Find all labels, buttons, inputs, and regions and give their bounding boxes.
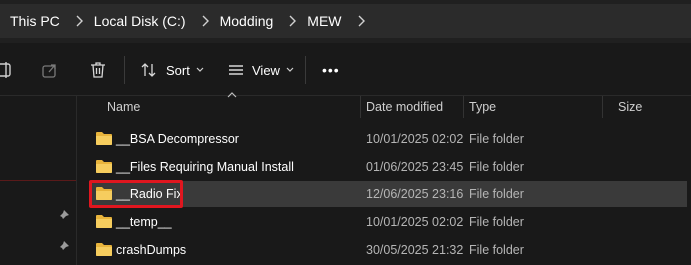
file-date: 12/06/2025 23:16 bbox=[366, 187, 464, 201]
nav-divider bbox=[0, 180, 76, 181]
table-row[interactable]: crashDumps 30/05/2025 21:32 File folder bbox=[89, 237, 687, 263]
view-label: View bbox=[252, 62, 280, 78]
red-highlight-box bbox=[89, 180, 183, 208]
file-name: __BSA Decompressor bbox=[116, 132, 239, 146]
column-header-size[interactable]: Size bbox=[618, 100, 642, 114]
view-button[interactable]: View bbox=[228, 58, 294, 82]
folder-icon bbox=[96, 243, 112, 256]
chevron-down-icon bbox=[196, 67, 204, 72]
sort-ascending-icon bbox=[227, 92, 237, 98]
file-type: File folder bbox=[469, 187, 524, 201]
pin-icon[interactable] bbox=[58, 239, 70, 251]
folder-icon bbox=[96, 160, 112, 173]
file-date: 10/01/2025 02:02 bbox=[366, 132, 464, 146]
column-header-name[interactable]: Name bbox=[107, 100, 140, 114]
file-date: 10/01/2025 02:02 bbox=[366, 215, 464, 229]
command-bar: Sort View ••• bbox=[0, 43, 691, 96]
breadcrumb-modding[interactable]: Modding bbox=[210, 13, 274, 29]
column-header-type[interactable]: Type bbox=[469, 100, 496, 114]
file-type: File folder bbox=[469, 160, 524, 174]
more-options-button[interactable]: ••• bbox=[322, 58, 340, 82]
share-icon[interactable] bbox=[40, 60, 60, 80]
breadcrumb-mew[interactable]: MEW bbox=[297, 13, 341, 29]
navigation-pane[interactable] bbox=[0, 96, 77, 265]
address-bar: This PC Local Disk (C:) Modding MEW bbox=[0, 0, 691, 43]
breadcrumb-this-pc[interactable]: This PC bbox=[0, 13, 60, 29]
table-row[interactable]: __BSA Decompressor 10/01/2025 02:02 File… bbox=[89, 126, 687, 152]
column-divider[interactable] bbox=[602, 96, 603, 118]
file-name: __Files Requiring Manual Install bbox=[116, 160, 294, 174]
delete-icon[interactable] bbox=[88, 60, 108, 80]
sort-button[interactable]: Sort bbox=[140, 58, 204, 82]
chevron-down-icon bbox=[286, 67, 294, 72]
file-type: File folder bbox=[469, 243, 524, 257]
sort-label: Sort bbox=[166, 62, 190, 78]
table-row[interactable]: __Files Requiring Manual Install 01/06/2… bbox=[89, 154, 687, 180]
toolbar-divider bbox=[305, 56, 306, 84]
chevron-right-icon[interactable] bbox=[356, 14, 366, 28]
chevron-right-icon[interactable] bbox=[287, 14, 297, 28]
column-header-date-modified[interactable]: Date modified bbox=[366, 100, 443, 114]
table-row[interactable]: __temp__ 10/01/2025 02:02 File folder bbox=[89, 209, 687, 235]
file-date: 30/05/2025 21:32 bbox=[366, 243, 464, 257]
file-name: crashDumps bbox=[116, 243, 187, 257]
breadcrumb-local-disk[interactable]: Local Disk (C:) bbox=[84, 13, 186, 29]
folder-icon bbox=[96, 215, 112, 228]
view-icon bbox=[229, 65, 243, 75]
chevron-right-icon[interactable] bbox=[200, 14, 210, 28]
sort-icon bbox=[141, 63, 156, 77]
file-name: __temp__ bbox=[116, 215, 172, 229]
file-type: File folder bbox=[469, 132, 524, 146]
chevron-right-icon[interactable] bbox=[74, 14, 84, 28]
file-type: File folder bbox=[469, 215, 524, 229]
more-icon: ••• bbox=[322, 62, 340, 78]
folder-icon bbox=[96, 132, 112, 145]
breadcrumb[interactable]: This PC Local Disk (C:) Modding MEW bbox=[0, 4, 691, 38]
file-date: 01/06/2025 23:45 bbox=[366, 160, 464, 174]
rename-icon[interactable] bbox=[0, 60, 20, 80]
toolbar-divider bbox=[124, 56, 125, 84]
column-header-row: Name Date modified Type Size bbox=[77, 92, 691, 120]
column-divider[interactable] bbox=[463, 96, 464, 118]
column-divider[interactable] bbox=[360, 96, 361, 118]
pin-icon[interactable] bbox=[58, 208, 70, 220]
